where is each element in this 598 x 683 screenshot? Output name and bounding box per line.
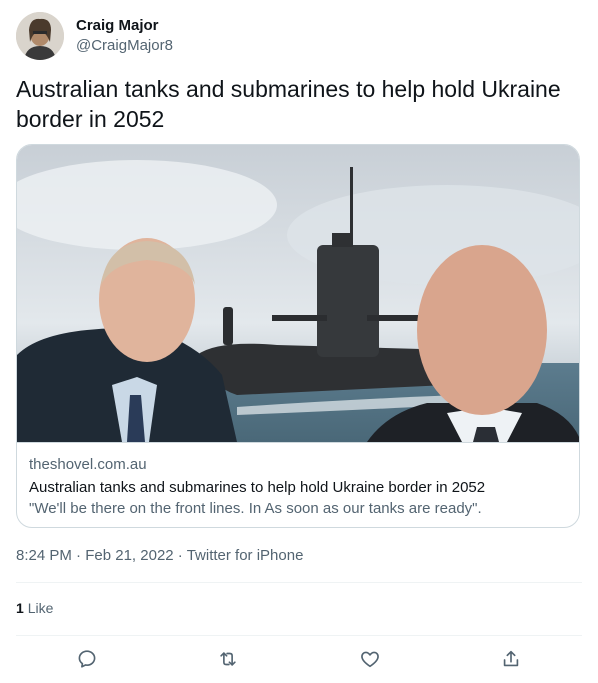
tweet-timestamp: 8:24 PM · Feb 21, 2022 · Twitter for iPh…	[16, 546, 303, 566]
reply-icon	[78, 650, 96, 668]
retweet-icon	[220, 652, 236, 666]
tweet-date[interactable]: Feb 21, 2022	[85, 547, 173, 564]
divider	[16, 582, 582, 583]
card-description: "We'll be there on the front lines. In A…	[29, 500, 482, 517]
card-title: Australian tanks and submarines to help …	[29, 479, 486, 496]
author-display-name[interactable]: Craig Major	[76, 16, 173, 36]
separator: ·	[76, 547, 82, 564]
action-bar	[16, 636, 582, 682]
author-handle[interactable]: @CraigMajor8	[76, 36, 173, 56]
heart-icon	[360, 651, 379, 668]
share-icon	[504, 650, 519, 667]
retweet-button[interactable]	[158, 636, 300, 682]
tweet-header: Craig Major @CraigMajor8	[16, 12, 173, 60]
tweet-source[interactable]: Twitter for iPhone	[187, 547, 304, 564]
likes-label: Like	[27, 600, 54, 616]
likes-count: 1	[16, 600, 24, 616]
author-names: Craig Major @CraigMajor8	[76, 16, 173, 56]
link-card[interactable]: theshovel.com.au Australian tanks and su…	[16, 144, 580, 528]
card-domain: theshovel.com.au	[29, 456, 147, 473]
tweet-time[interactable]: 8:24 PM	[16, 547, 72, 564]
like-button[interactable]	[299, 636, 441, 682]
avatar[interactable]	[16, 12, 64, 60]
reply-button[interactable]	[16, 636, 158, 682]
tweet-text: Australian tanks and submarines to help …	[16, 76, 561, 132]
card-image[interactable]	[17, 145, 580, 442]
separator: ·	[177, 547, 183, 564]
card-meta: theshovel.com.au Australian tanks and su…	[17, 442, 579, 519]
like-stats[interactable]: 1 Like	[16, 598, 53, 618]
share-button[interactable]	[441, 636, 583, 682]
